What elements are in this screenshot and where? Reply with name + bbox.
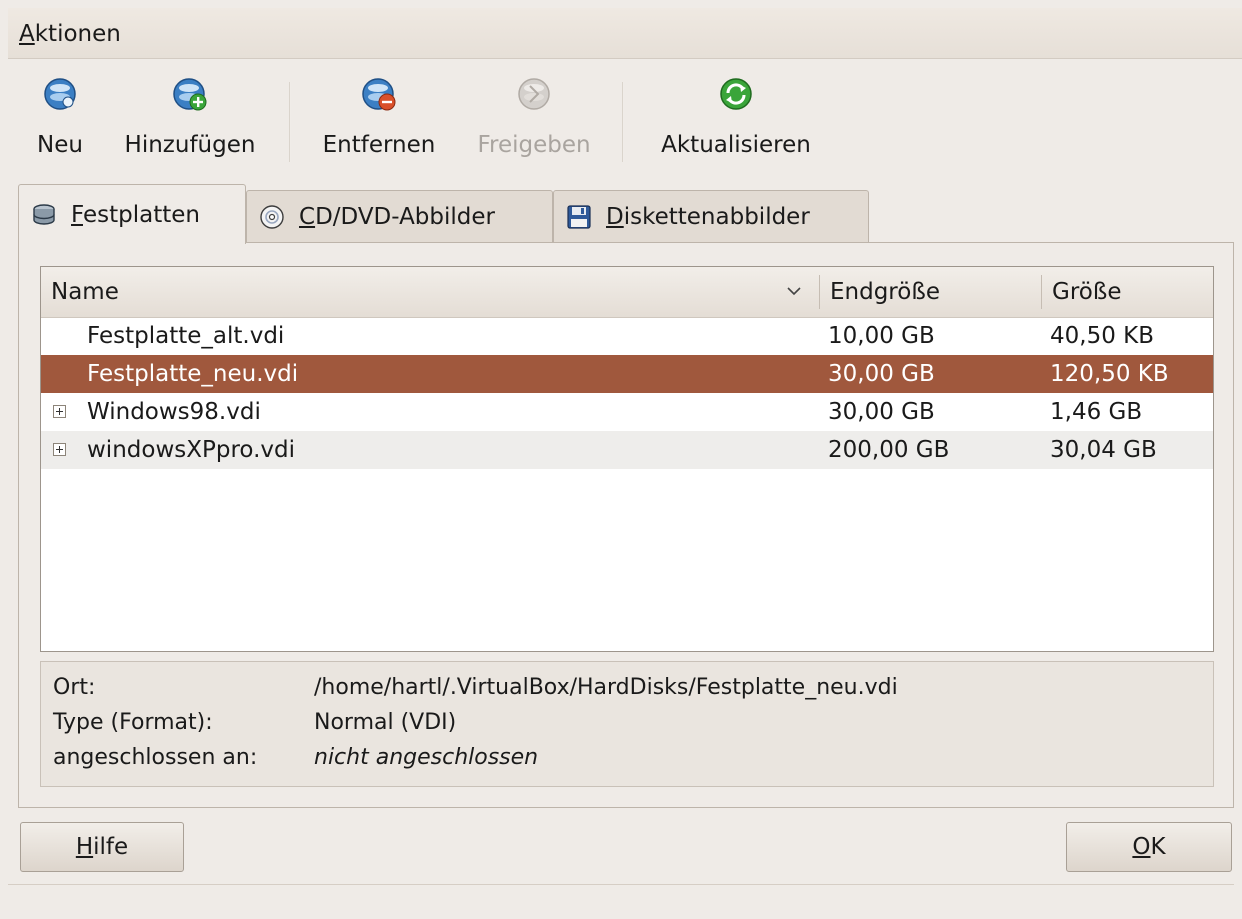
cell-name: Festplatte_neu.vdi <box>87 361 299 387</box>
cell-endsize: 10,00 GB <box>828 323 935 349</box>
tab-panel: Name Endgröße Größe Festplatte_alt.vdi 10… <box>18 242 1234 808</box>
release-button[interactable]: Freigeben <box>466 76 602 166</box>
cell-name: Windows98.vdi <box>87 399 261 425</box>
tab-cd-dvd-label: CD/DVD-Abbilder <box>299 203 495 230</box>
ok-button[interactable]: OK <box>1066 822 1232 872</box>
attached-value: nicht angeschlossen <box>314 745 539 770</box>
chevron-down-icon <box>787 287 801 296</box>
harddisk-icon <box>33 203 55 225</box>
table-row[interactable]: windowsXPpro.vdi 200,00 GB 30,04 GB <box>41 431 1213 469</box>
info-pane: Ort: /home/hartl/.VirtualBox/HardDisks/F… <box>40 661 1214 787</box>
cell-name: Festplatte_alt.vdi <box>87 323 285 349</box>
add-label: Hinzufügen <box>124 132 256 158</box>
refresh-button[interactable]: Aktualisieren <box>648 76 824 166</box>
status-bar <box>8 884 1234 885</box>
cell-size: 40,50 KB <box>1050 323 1155 349</box>
refresh-icon <box>720 78 752 110</box>
toolbar-separator <box>289 82 291 162</box>
menu-actions[interactable]: Aktionen <box>19 21 121 47</box>
add-disk-icon <box>173 78 207 111</box>
column-header-size[interactable]: Größe <box>1042 267 1212 317</box>
column-header-name[interactable]: Name <box>41 267 819 317</box>
menubar: Aktionen <box>8 8 1242 59</box>
cell-endsize: 200,00 GB <box>828 437 950 463</box>
tab-floppy-label: Diskettenabbilder <box>606 203 810 230</box>
toolbar: Neu Hinzufügen Entfernen Freigeben Aktua… <box>8 60 1242 170</box>
cell-size: 1,46 GB <box>1050 399 1143 425</box>
help-button[interactable]: Hilfe <box>20 822 184 872</box>
attached-label: angeschlossen an: <box>53 745 258 770</box>
table-row[interactable]: Windows98.vdi 30,00 GB 1,46 GB <box>41 393 1213 431</box>
floppy-icon <box>567 204 591 229</box>
toolbar-separator <box>622 82 624 162</box>
expand-icon[interactable] <box>53 405 66 418</box>
remove-label: Entfernen <box>322 132 436 158</box>
table-row[interactable]: Festplatte_neu.vdi 30,00 GB 120,50 KB <box>41 355 1213 393</box>
new-button[interactable]: Neu <box>32 76 88 166</box>
table-row[interactable]: Festplatte_alt.vdi 10,00 GB 40,50 KB <box>41 317 1213 355</box>
add-button[interactable]: Hinzufügen <box>114 76 266 166</box>
column-header-endsize[interactable]: Endgröße <box>820 267 1042 317</box>
refresh-label: Aktualisieren <box>661 132 811 158</box>
tab-harddisks-label: Festplatten <box>71 201 200 228</box>
cd-dvd-icon <box>260 204 284 229</box>
media-tree[interactable]: Name Endgröße Größe Festplatte_alt.vdi 10… <box>40 266 1214 652</box>
release-disk-icon <box>518 78 550 110</box>
type-value: Normal (VDI) <box>314 710 457 735</box>
type-label: Type (Format): <box>53 710 213 735</box>
expand-icon[interactable] <box>53 443 66 456</box>
cell-endsize: 30,00 GB <box>828 361 935 387</box>
tab-cd-dvd[interactable]: CD/DVD-Abbilder <box>246 190 553 242</box>
location-label: Ort: <box>53 675 96 700</box>
cell-name: windowsXPpro.vdi <box>87 437 295 463</box>
release-label: Freigeben <box>477 132 591 158</box>
new-disk-icon <box>44 78 76 110</box>
table-header: Name Endgröße Größe <box>41 267 1213 318</box>
remove-button[interactable]: Entfernen <box>314 76 444 166</box>
remove-disk-icon <box>362 78 396 111</box>
cell-endsize: 30,00 GB <box>828 399 935 425</box>
new-label: Neu <box>37 132 83 158</box>
cell-size: 120,50 KB <box>1050 361 1169 387</box>
location-value: /home/hartl/.VirtualBox/HardDisks/Festpl… <box>314 675 898 700</box>
tab-floppy[interactable]: Diskettenabbilder <box>553 190 869 242</box>
tab-harddisks[interactable]: Festplatten <box>18 184 246 244</box>
cell-size: 30,04 GB <box>1050 437 1157 463</box>
